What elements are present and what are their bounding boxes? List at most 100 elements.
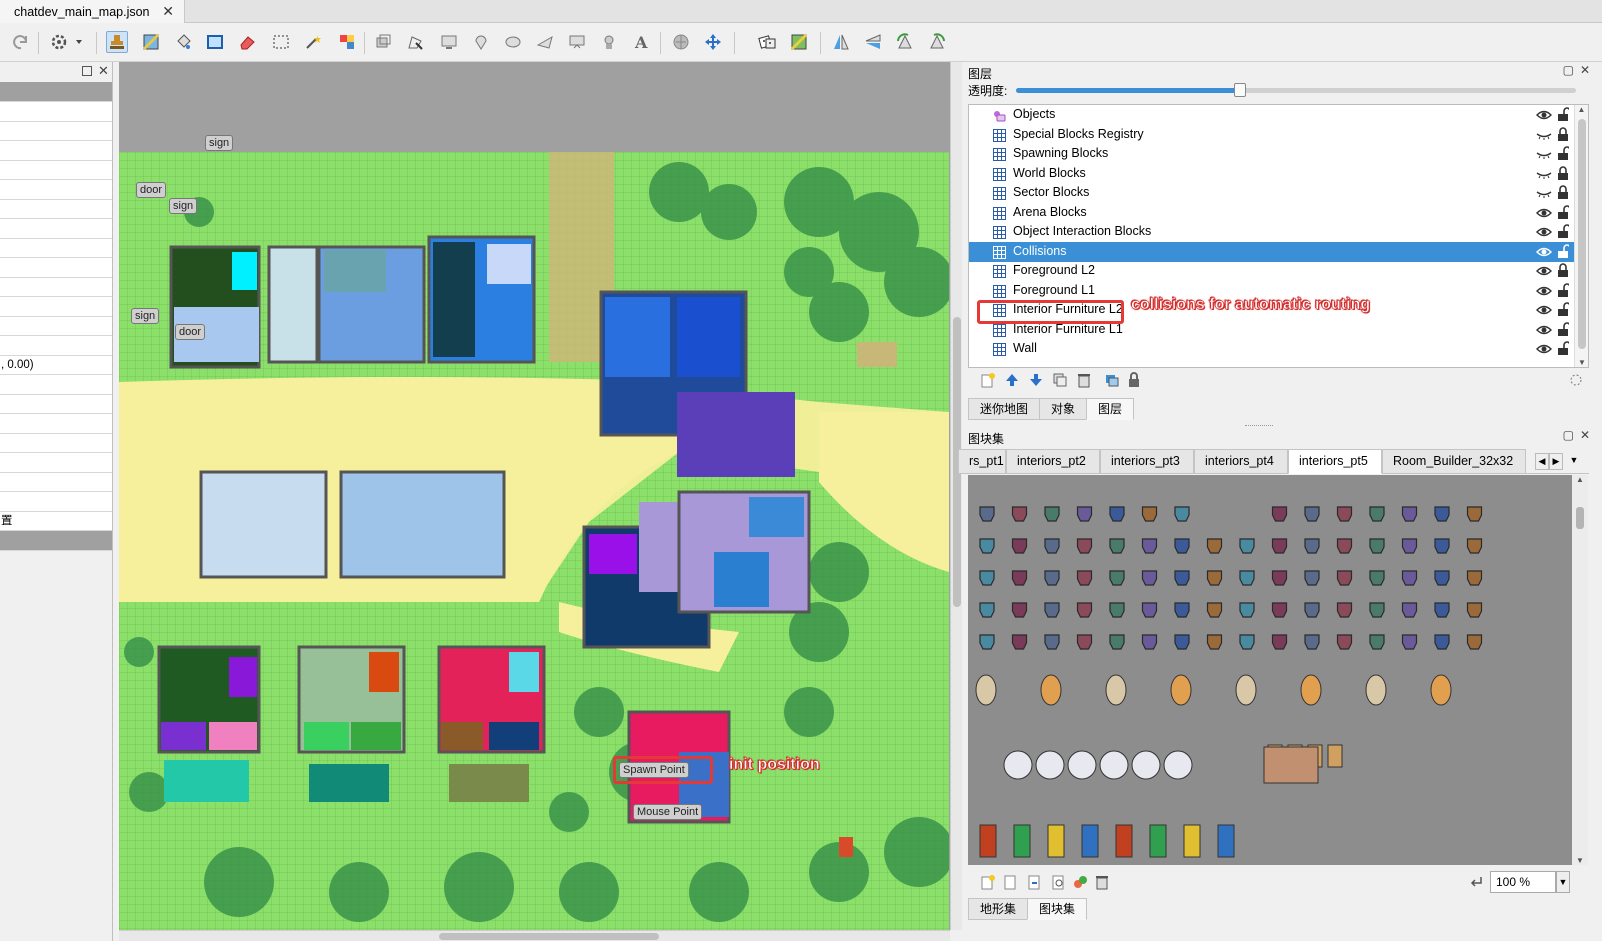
property-row[interactable] — [0, 180, 112, 200]
property-row[interactable] — [0, 394, 112, 414]
map-label-mouse-point[interactable]: Mouse Point — [633, 804, 703, 820]
visibility-eye-icon[interactable] — [1536, 303, 1552, 317]
layer-row[interactable]: Foreground L2 — [969, 261, 1574, 281]
visibility-eye-icon[interactable] — [1536, 245, 1552, 259]
delete-layer-icon[interactable] — [1076, 372, 1092, 388]
property-row[interactable] — [0, 336, 112, 356]
terrain-brush-icon[interactable] — [140, 31, 162, 53]
float-panel-icon[interactable]: ▢ — [1563, 428, 1574, 442]
layer-row[interactable]: Special Blocks Registry — [969, 125, 1574, 145]
rotate-right-icon[interactable] — [926, 31, 948, 53]
property-row[interactable] — [0, 102, 112, 122]
insert-tile-icon[interactable] — [566, 31, 588, 53]
commands-gear-icon[interactable] — [48, 31, 88, 53]
select-objects-icon[interactable] — [372, 31, 394, 53]
document-tab[interactable]: chatdev_main_map.json ✕ — [0, 0, 185, 23]
float-panel-icon[interactable] — [82, 66, 92, 76]
map-label-door[interactable]: door — [175, 324, 206, 340]
flip-vertical-icon[interactable] — [862, 31, 884, 53]
property-row[interactable] — [0, 453, 112, 473]
shape-fill-icon[interactable] — [204, 31, 226, 53]
tab-scroll-left-icon[interactable]: ◀ — [1535, 453, 1549, 470]
locked-icon[interactable] — [1557, 185, 1569, 200]
magic-wand-icon[interactable] — [302, 31, 324, 53]
world-tool-icon[interactable] — [670, 31, 692, 53]
opacity-slider-handle[interactable] — [1234, 83, 1246, 97]
wangfill-mode-icon[interactable] — [788, 31, 810, 53]
visibility-eye-icon[interactable] — [1536, 206, 1552, 220]
rotate-left-icon[interactable] — [894, 31, 916, 53]
locked-icon[interactable] — [1557, 165, 1569, 181]
random-mode-icon[interactable] — [756, 31, 778, 53]
layer-row[interactable]: Sector Blocks — [969, 183, 1574, 203]
insert-template-icon[interactable] — [598, 31, 620, 53]
visibility-eye-icon[interactable] — [1536, 342, 1552, 356]
tileset-scrollbar[interactable]: ▲ ▼ — [1572, 475, 1588, 865]
tileset-tab[interactable]: interiors_pt2 — [1006, 449, 1100, 474]
raise-layer-icon[interactable] — [1004, 372, 1020, 388]
property-row[interactable] — [0, 121, 112, 141]
bucket-fill-icon[interactable] — [172, 31, 194, 53]
property-row[interactable] — [0, 258, 112, 278]
stamp-brush-icon[interactable] — [106, 31, 128, 53]
panel-splitter[interactable] — [1245, 425, 1273, 428]
hidden-eye-icon[interactable] — [1536, 147, 1552, 161]
rect-select-icon[interactable] — [270, 31, 292, 53]
hidden-eye-icon[interactable] — [1536, 167, 1552, 181]
map-label-sign[interactable]: sign — [169, 198, 198, 214]
close-panel-icon[interactable]: ✕ — [1580, 63, 1590, 77]
property-row[interactable] — [0, 141, 112, 161]
insert-rectangle-icon[interactable] — [438, 31, 460, 53]
hidden-eye-icon[interactable] — [1536, 186, 1552, 200]
map-vertical-scrollbar[interactable] — [950, 62, 962, 930]
move-icon[interactable] — [702, 31, 724, 53]
tab-scroll-right-icon[interactable]: ▶ — [1549, 453, 1563, 470]
opacity-slider[interactable] — [1016, 83, 1576, 97]
layer-row[interactable]: World Blocks — [969, 164, 1574, 184]
locked-icon[interactable] — [1557, 126, 1569, 142]
duplicate-layer-icon[interactable] — [1052, 372, 1068, 388]
property-row[interactable]: , 0.00) — [0, 355, 112, 375]
insert-text-icon[interactable]: A — [630, 31, 652, 53]
property-row[interactable] — [0, 414, 112, 434]
tab-list-dropdown-icon[interactable]: ▼ — [1567, 453, 1581, 470]
unlocked-icon[interactable] — [1557, 243, 1569, 259]
float-panel-icon[interactable]: ▢ — [1563, 63, 1574, 77]
export-tileset-icon[interactable] — [1026, 874, 1042, 893]
visibility-eye-icon[interactable] — [1536, 264, 1552, 278]
property-row[interactable] — [0, 219, 112, 239]
new-tileset-icon[interactable] — [980, 874, 996, 893]
unlocked-icon[interactable] — [1557, 204, 1569, 220]
show-hide-other-layers-icon[interactable] — [1104, 372, 1120, 388]
map-label-sign[interactable]: sign — [205, 135, 234, 151]
panel-tab[interactable]: 迷你地图 — [968, 398, 1040, 420]
insert-point-icon[interactable] — [470, 31, 492, 53]
hidden-eye-icon[interactable] — [1536, 128, 1552, 142]
panel-tab[interactable]: 图层 — [1086, 398, 1135, 420]
locked-icon[interactable] — [1557, 263, 1569, 278]
eraser-icon[interactable] — [236, 31, 258, 53]
visibility-eye-icon[interactable] — [1536, 108, 1552, 122]
layer-row[interactable]: Objects — [969, 105, 1574, 125]
property-row[interactable] — [0, 199, 112, 219]
lock-layers-icon[interactable] — [1126, 372, 1142, 388]
map-label-door[interactable]: door — [136, 182, 167, 198]
property-row[interactable] — [0, 492, 112, 512]
layer-row[interactable]: Wall — [969, 339, 1574, 359]
tileset-tab[interactable]: interiors_pt3 — [1100, 449, 1194, 474]
tileset-properties-icon[interactable] — [1072, 874, 1088, 893]
insert-polygon-icon[interactable] — [534, 31, 556, 53]
unlocked-icon[interactable] — [1557, 341, 1569, 356]
lower-layer-icon[interactable] — [1028, 372, 1044, 388]
embed-tileset-icon[interactable] — [1002, 874, 1018, 893]
property-row[interactable]: 置 — [0, 511, 112, 531]
layer-row[interactable]: Arena Blocks — [969, 203, 1574, 223]
tileset-tab[interactable]: interiors_pt5 — [1288, 449, 1382, 474]
property-row[interactable] — [0, 297, 112, 317]
new-layer-icon[interactable] — [980, 372, 996, 388]
map-canvas[interactable]: sign door sign sign door Spawn Point ini… — [119, 62, 950, 930]
bottom-tab[interactable]: 图块集 — [1027, 898, 1088, 920]
edit-tileset-icon[interactable] — [1050, 874, 1066, 893]
property-row[interactable] — [0, 433, 112, 453]
visibility-eye-icon[interactable] — [1536, 323, 1552, 337]
